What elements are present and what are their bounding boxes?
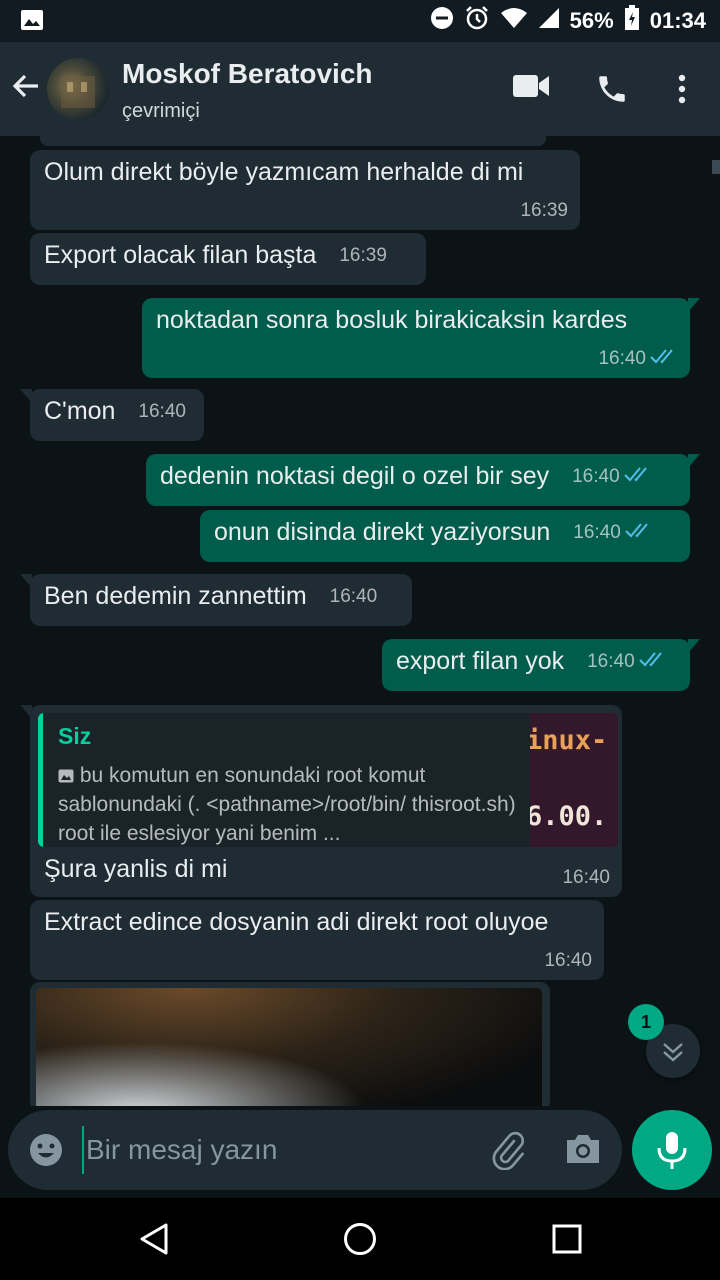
message-time: 16:40 xyxy=(572,466,620,488)
incoming-message[interactable]: C'mon 16:40 xyxy=(20,389,204,441)
message-input[interactable] xyxy=(82,1126,462,1174)
signal-icon xyxy=(538,7,560,35)
message-text: noktadan sonra bosluk birakicaksin karde… xyxy=(156,306,628,334)
outgoing-message[interactable]: onun disinda direkt yaziyorsun 16:40 xyxy=(200,510,690,562)
message-composer xyxy=(8,1110,622,1190)
nav-back-icon[interactable] xyxy=(138,1222,170,1261)
unread-count-badge: 1 xyxy=(628,1004,664,1040)
dnd-icon xyxy=(430,6,454,36)
message-list[interactable]: Olum direkt böyle yazmıcam herhalde di m… xyxy=(0,136,720,1106)
message-text: export filan yok xyxy=(396,647,565,675)
clock: 01:34 xyxy=(649,8,706,33)
video-call-icon[interactable] xyxy=(512,72,550,105)
android-navigation-bar xyxy=(0,1198,720,1280)
contact-avatar[interactable] xyxy=(47,58,109,120)
message-time: 16:40 xyxy=(598,348,646,369)
camera-icon[interactable] xyxy=(564,1132,602,1171)
gallery-notification-icon xyxy=(20,9,44,36)
thumbnail-text-line: inux- xyxy=(530,725,608,756)
nav-recents-icon[interactable] xyxy=(552,1224,582,1259)
message-text: Şura yanlis di mi xyxy=(44,855,228,883)
image-preview[interactable] xyxy=(36,988,542,1106)
outgoing-message[interactable]: noktadan sonra bosluk birakicaksin karde… xyxy=(142,298,700,378)
message-time: 16:40 xyxy=(562,867,610,888)
wifi-icon xyxy=(500,7,528,35)
double-check-read-icon xyxy=(625,522,653,544)
whatsapp-chat-screen: 56% 01:34 Moskof Beratovich çevrimiçi Ol… xyxy=(0,0,720,1280)
message-time: 16:40 xyxy=(138,401,186,423)
more-options-icon[interactable] xyxy=(676,74,688,109)
bubble-tail xyxy=(688,639,700,653)
bubble-tail xyxy=(688,298,700,312)
battery-icon xyxy=(624,5,640,37)
emoji-icon[interactable] xyxy=(28,1132,64,1173)
back-arrow-icon[interactable] xyxy=(10,70,42,107)
message-time: 16:39 xyxy=(339,245,387,267)
image-icon xyxy=(58,764,74,787)
attach-icon[interactable] xyxy=(488,1130,528,1175)
incoming-reply-message[interactable]: Siz bu komutun en sonundaki root komut s… xyxy=(20,705,622,897)
voice-message-button[interactable] xyxy=(632,1110,712,1190)
double-check-read-icon xyxy=(650,348,678,370)
quote-text: bu komutun en sonundaki root komut sablo… xyxy=(58,764,516,845)
chat-scrollbar[interactable] xyxy=(712,160,720,174)
message-text: C'mon xyxy=(44,397,116,425)
bubble-tail xyxy=(20,574,32,588)
nav-home-icon[interactable] xyxy=(343,1222,377,1261)
outgoing-message[interactable]: export filan yok 16:40 xyxy=(382,639,700,691)
quote-text-wrap: bu komutun en sonundaki root komut sablo… xyxy=(58,761,524,847)
status-bar: 56% 01:34 xyxy=(0,0,720,42)
incoming-image-message[interactable] xyxy=(30,982,550,1106)
message-text: Export olacak filan başta xyxy=(44,241,317,269)
contact-name[interactable]: Moskof Beratovich xyxy=(122,58,373,90)
message-time: 16:40 xyxy=(329,586,378,608)
message-text: onun disinda direkt yaziyorsun xyxy=(214,518,551,546)
microphone-icon xyxy=(657,1132,687,1169)
incoming-message[interactable]: Olum direkt böyle yazmıcam herhalde di m… xyxy=(30,150,580,230)
message-time: 16:40 xyxy=(587,651,635,673)
message-time: 16:40 xyxy=(573,522,621,544)
incoming-message[interactable]: Ben dedemin zannettim 16:40 xyxy=(20,574,412,626)
message-time: 16:39 xyxy=(520,200,568,221)
bubble-tail xyxy=(20,705,32,719)
quote-accent-bar xyxy=(38,713,43,847)
chat-header: Moskof Beratovich çevrimiçi xyxy=(0,42,720,136)
battery-percent: 56% xyxy=(569,8,614,33)
incoming-message[interactable]: Extract edince dosyanin adi direkt root … xyxy=(30,900,604,980)
message-text: Ben dedemin zannettim xyxy=(44,582,307,610)
double-check-read-icon xyxy=(638,651,667,673)
quote-author: Siz xyxy=(58,723,92,749)
message-time: 16:40 xyxy=(544,950,592,971)
bubble-tail xyxy=(20,389,32,403)
voice-call-icon[interactable] xyxy=(595,72,629,111)
alarm-icon xyxy=(464,5,490,37)
message-text: dedenin noktasi degil o ozel bir sey xyxy=(160,462,550,490)
outgoing-message[interactable]: dedenin noktasi degil o ozel bir sey 16:… xyxy=(146,454,700,506)
previous-message-edge xyxy=(40,136,546,146)
incoming-message[interactable]: Export olacak filan başta 16:39 xyxy=(30,233,426,285)
quote-thumbnail: inux- 6.00. xyxy=(530,713,618,847)
message-text: Olum direkt böyle yazmıcam herhalde di m… xyxy=(44,158,524,186)
bubble-tail xyxy=(688,454,700,468)
contact-status: çevrimiçi xyxy=(122,100,200,122)
double-check-read-icon xyxy=(623,466,652,488)
thumbnail-text-line: 6.00. xyxy=(530,801,608,832)
message-text: Extract edince dosyanin adi direkt root … xyxy=(44,908,549,936)
quoted-message[interactable]: Siz bu komutun en sonundaki root komut s… xyxy=(38,713,618,847)
